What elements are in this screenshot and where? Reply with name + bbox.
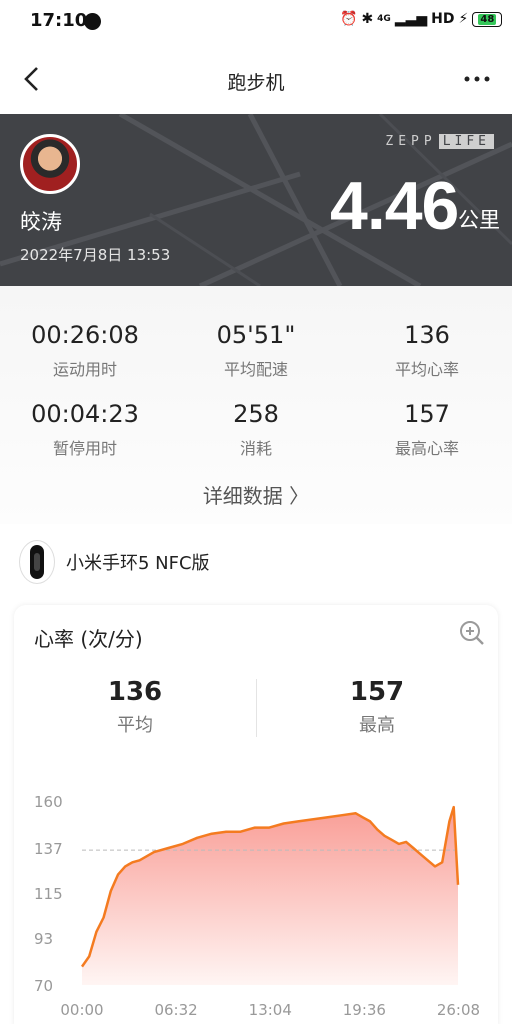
stat-value: 136 (404, 321, 450, 349)
user-name: 皎涛 (20, 210, 62, 234)
fitness-band-icon (20, 541, 54, 583)
hr-max: 157 最高 (277, 677, 477, 737)
stat-avg-pace: 05'51" 平均配速 (171, 320, 341, 380)
x-tick-label: 00:00 (60, 1001, 103, 1019)
stat-value: 157 (404, 400, 450, 428)
page-title: 跑步机 (227, 72, 285, 94)
detailed-data-link[interactable]: 详细数据 〉 (0, 480, 512, 509)
stat-value: 258 (233, 400, 279, 428)
stat-value: 00:26:08 (31, 321, 139, 349)
status-icons: ⏰ ✱ 4G ▂▃▅ HD ⚡ 48 (340, 11, 503, 27)
stat-value: 00:04:23 (31, 400, 139, 428)
brand-left: ZEPP (385, 134, 437, 149)
brand-right: LIFE (438, 134, 494, 149)
charging-icon: ⚡ (458, 11, 469, 27)
heart-rate-chart: 160 137 115 93 70 00:00 06:32 13:04 19:36 26:08 (34, 793, 480, 1019)
y-tick-label: 93 (34, 930, 53, 948)
heart-rate-area (82, 807, 458, 985)
x-tick-label: 13:04 (249, 1001, 292, 1019)
status-bar: 17:10 ⏰ ✱ 4G ▂▃▅ HD ⚡ 48 (0, 0, 512, 44)
device-row[interactable]: 小米手环5 NFC版 (20, 538, 210, 586)
hd-label: HD (431, 11, 455, 27)
user-avatar[interactable] (20, 134, 80, 194)
heart-rate-title: 心率 (次/分) (34, 627, 143, 651)
distance-unit: 公里 (458, 208, 500, 232)
hr-max-label: 最高 (359, 715, 395, 736)
stat-label: 运动用时 (52, 360, 117, 379)
stat-avg-heart-rate: 136 平均心率 (342, 320, 512, 380)
hr-divider (256, 679, 257, 737)
stat-label: 消耗 (239, 439, 272, 458)
heart-rate-card: 心率 (次/分) 136 平均 157 最高 160 137 115 93 70 00:0… (14, 605, 498, 1024)
hr-average-label: 平均 (117, 715, 153, 736)
stat-value: 05'51" (216, 321, 296, 349)
network-label: 4G (377, 14, 391, 24)
distance-value: 4.46 (330, 168, 459, 244)
y-tick-label: 115 (34, 885, 63, 903)
workout-date: 2022年7月8日 13:53 (20, 246, 171, 264)
hr-average: 136 平均 (35, 677, 235, 737)
x-tick-label: 26:08 (437, 1001, 480, 1019)
stat-label: 最高心率 (394, 439, 459, 458)
stat-label: 平均配速 (223, 360, 288, 379)
battery-icon: 48 (472, 11, 503, 27)
device-name: 小米手环5 NFC版 (66, 553, 210, 574)
battery-level: 48 (478, 13, 497, 25)
signal-icon: ▂▃▅ (394, 11, 428, 27)
bluetooth-icon: ✱ (361, 11, 374, 27)
zoom-in-icon[interactable] (458, 619, 486, 647)
chat-notification-icon (84, 13, 101, 30)
stat-label: 平均心率 (394, 360, 459, 379)
status-time: 17:10 (30, 10, 88, 31)
more-options-icon[interactable] (462, 66, 492, 92)
stat-duration: 00:26:08 运动用时 (0, 320, 170, 380)
nav-bar: 跑步机 (0, 44, 512, 114)
stat-pause-time: 00:04:23 暂停用时 (0, 399, 170, 459)
x-tick-label: 06:32 (154, 1001, 197, 1019)
hr-max-value: 157 (349, 677, 405, 707)
alarm-icon: ⏰ (340, 11, 358, 27)
stats-grid: 00:26:08 运动用时 05'51" 平均配速 136 平均心率 00:04… (0, 286, 512, 524)
x-tick-label: 19:36 (343, 1001, 386, 1019)
hr-average-value: 136 (107, 677, 163, 707)
stat-max-heart-rate: 157 最高心率 (342, 399, 512, 459)
stat-label: 暂停用时 (52, 439, 117, 458)
stat-calories: 258 消耗 (171, 399, 341, 459)
zepp-life-logo: ZEPP LIFE (385, 134, 494, 149)
y-tick-label: 70 (34, 977, 53, 995)
y-tick-label: 137 (34, 840, 63, 858)
y-tick-label: 160 (34, 793, 63, 811)
workout-summary-header: 皎涛 2022年7月8日 13:53 ZEPP LIFE 4.46 公里 (0, 114, 512, 286)
